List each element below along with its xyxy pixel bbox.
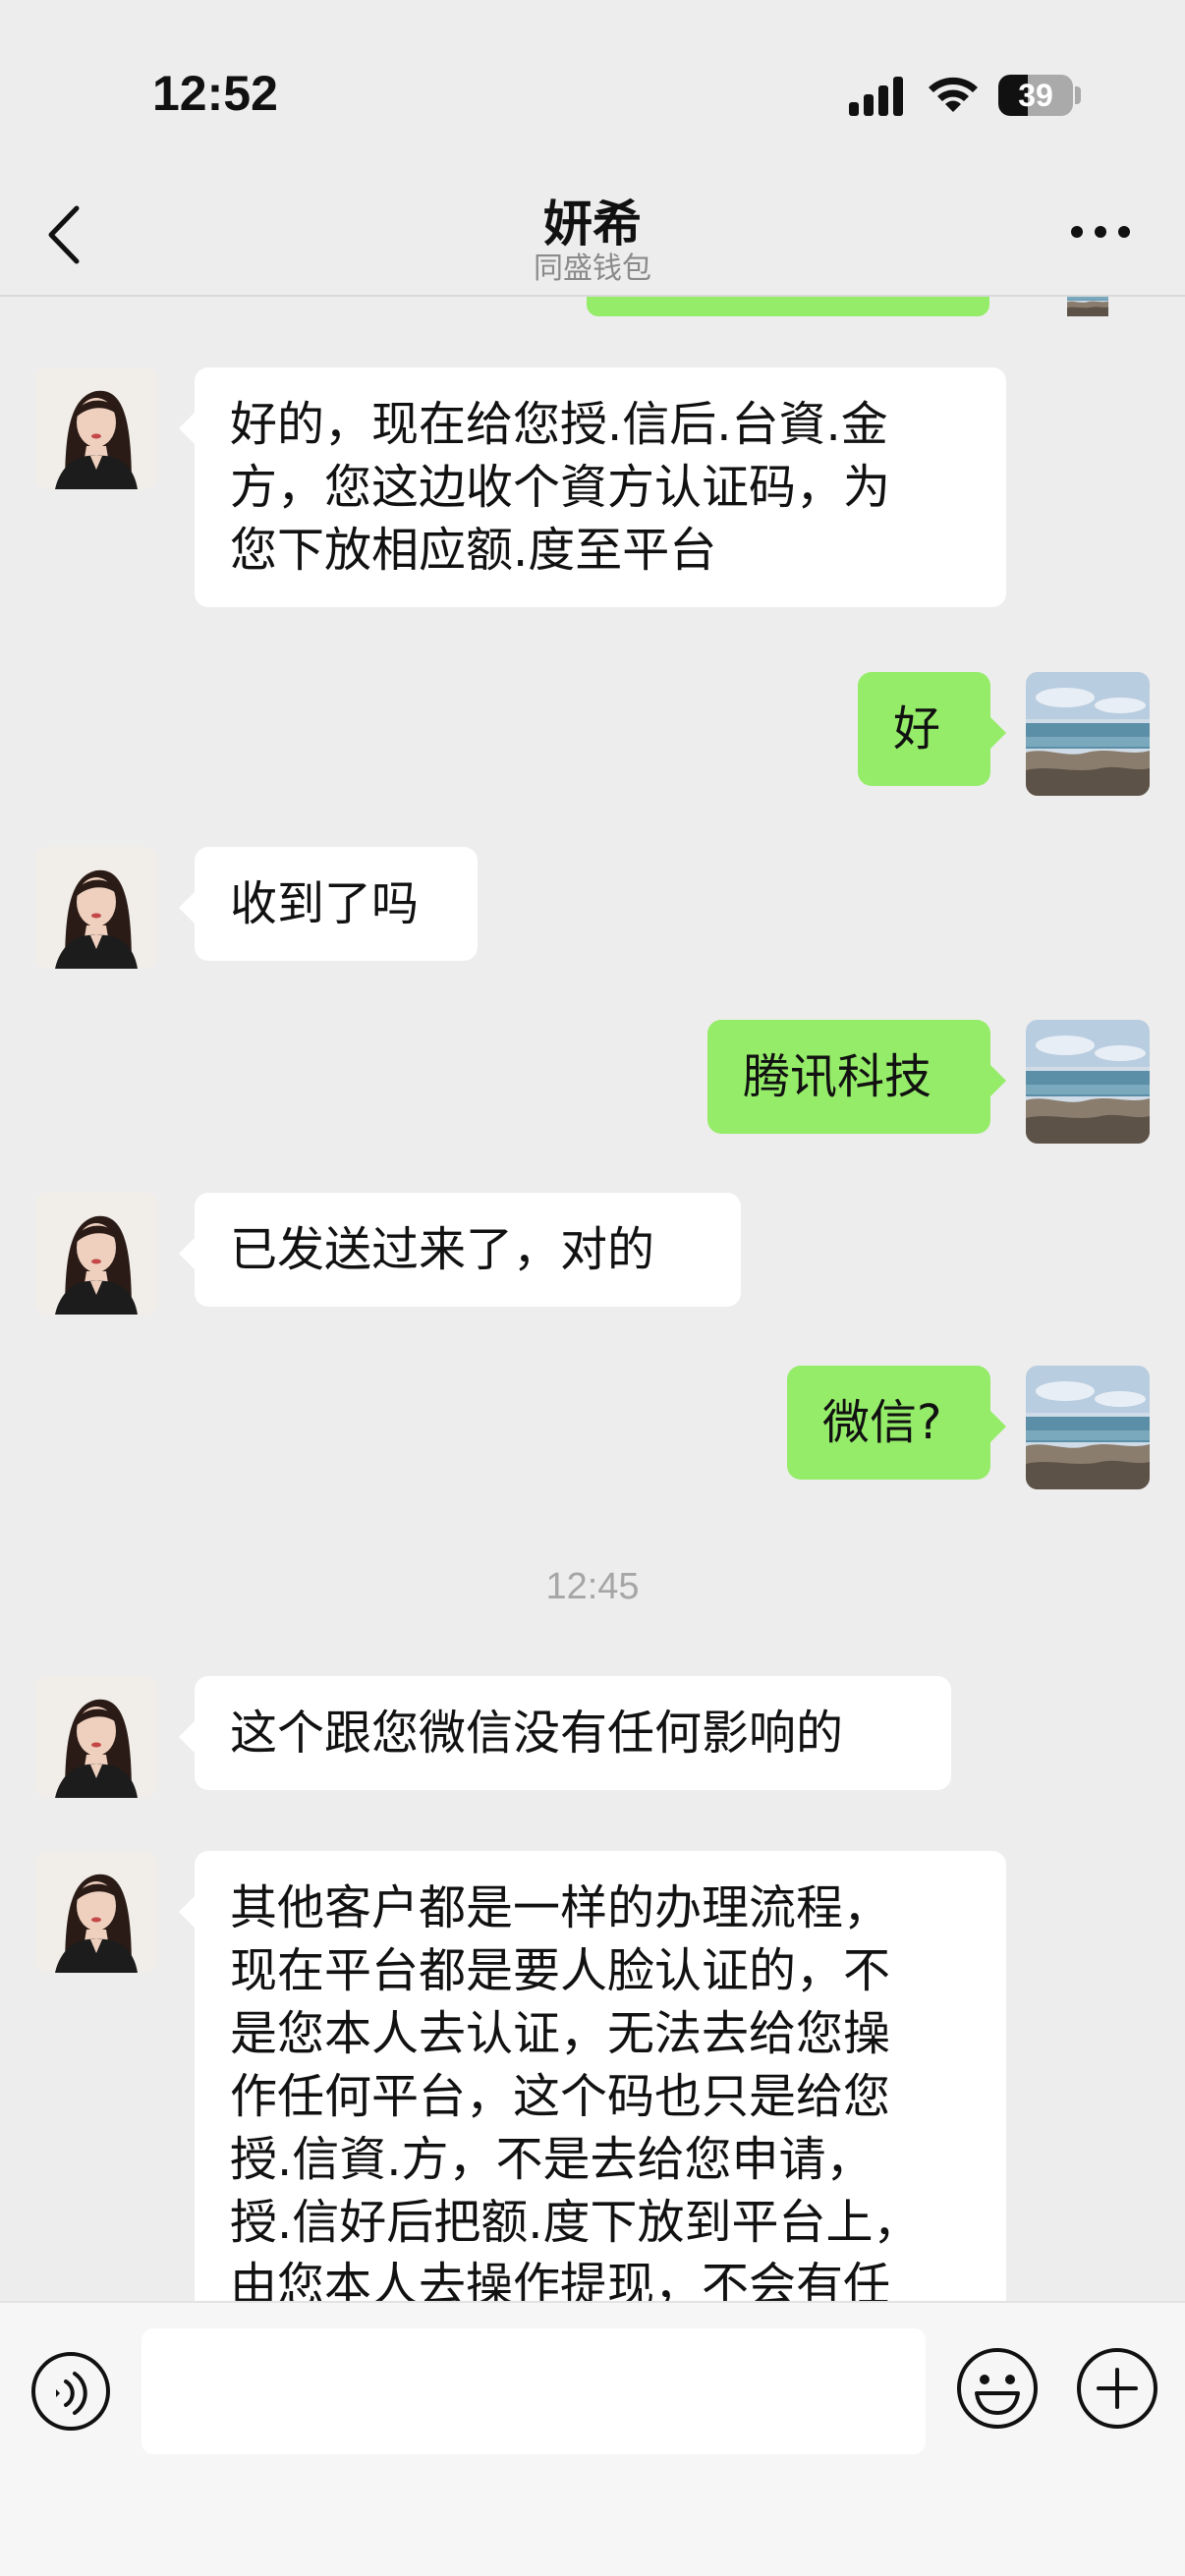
voice-icon[interactable]	[29, 2350, 112, 2433]
battery-percentage: 39	[1018, 78, 1053, 113]
plus-icon[interactable]	[1075, 2346, 1159, 2431]
message-input[interactable]	[141, 2328, 926, 2454]
chat-area[interactable]: 好的，现在给您授.信后.台資.金 方，您这边收个資方认证码，为 您下放相应额.度…	[0, 177, 1185, 2301]
user-avatar[interactable]	[1026, 1020, 1150, 1144]
home-indicator	[396, 2547, 789, 2558]
chat-subtitle: 同盛钱包	[534, 252, 651, 286]
wifi-icon	[929, 77, 978, 112]
chat-header: 妍希 同盛钱包	[0, 177, 1185, 297]
battery-icon: 39	[998, 75, 1073, 116]
contact-avatar[interactable]	[35, 1676, 157, 1798]
user-avatar[interactable]	[1026, 1366, 1150, 1489]
message-bubble-outgoing[interactable]: 微信?	[787, 1366, 1006, 1480]
contact-avatar[interactable]	[35, 1851, 157, 1973]
status-time: 12:52	[152, 66, 278, 121]
message-timestamp: 12:45	[545, 1566, 640, 1607]
contact-avatar[interactable]	[35, 1193, 157, 1315]
previous-message-bubble[interactable]	[587, 295, 989, 316]
message-bubble-outgoing[interactable]: 好	[858, 672, 1006, 786]
contact-avatar[interactable]	[35, 367, 157, 489]
message-bubble-incoming[interactable]: 其他客户都是一样的办理流程， 现在平台都是要人脸认证的，不 是您本人去认证，无法…	[179, 1851, 1006, 2301]
battery-cap	[1075, 86, 1081, 104]
signal-icon	[849, 77, 903, 116]
message-bubble-outgoing[interactable]: 腾讯科技	[707, 1020, 1006, 1134]
emoji-icon[interactable]	[955, 2346, 1040, 2431]
message-bubble-incoming[interactable]: 这个跟您微信没有任何影响的	[179, 1676, 951, 1790]
more-dots-icon[interactable]	[1071, 222, 1130, 242]
input-bar	[0, 2301, 1185, 2576]
message-bubble-incoming[interactable]: 已发送过来了，对的	[179, 1193, 741, 1307]
message-bubble-incoming[interactable]: 收到了吗	[179, 847, 478, 961]
status-bar: 12:52 39	[0, 0, 1185, 187]
user-avatar[interactable]	[1026, 672, 1150, 796]
contact-avatar[interactable]	[35, 847, 157, 969]
message-bubble-incoming[interactable]: 好的，现在给您授.信后.台資.金 方，您这边收个資方认证码，为 您下放相应额.度…	[179, 367, 1006, 607]
